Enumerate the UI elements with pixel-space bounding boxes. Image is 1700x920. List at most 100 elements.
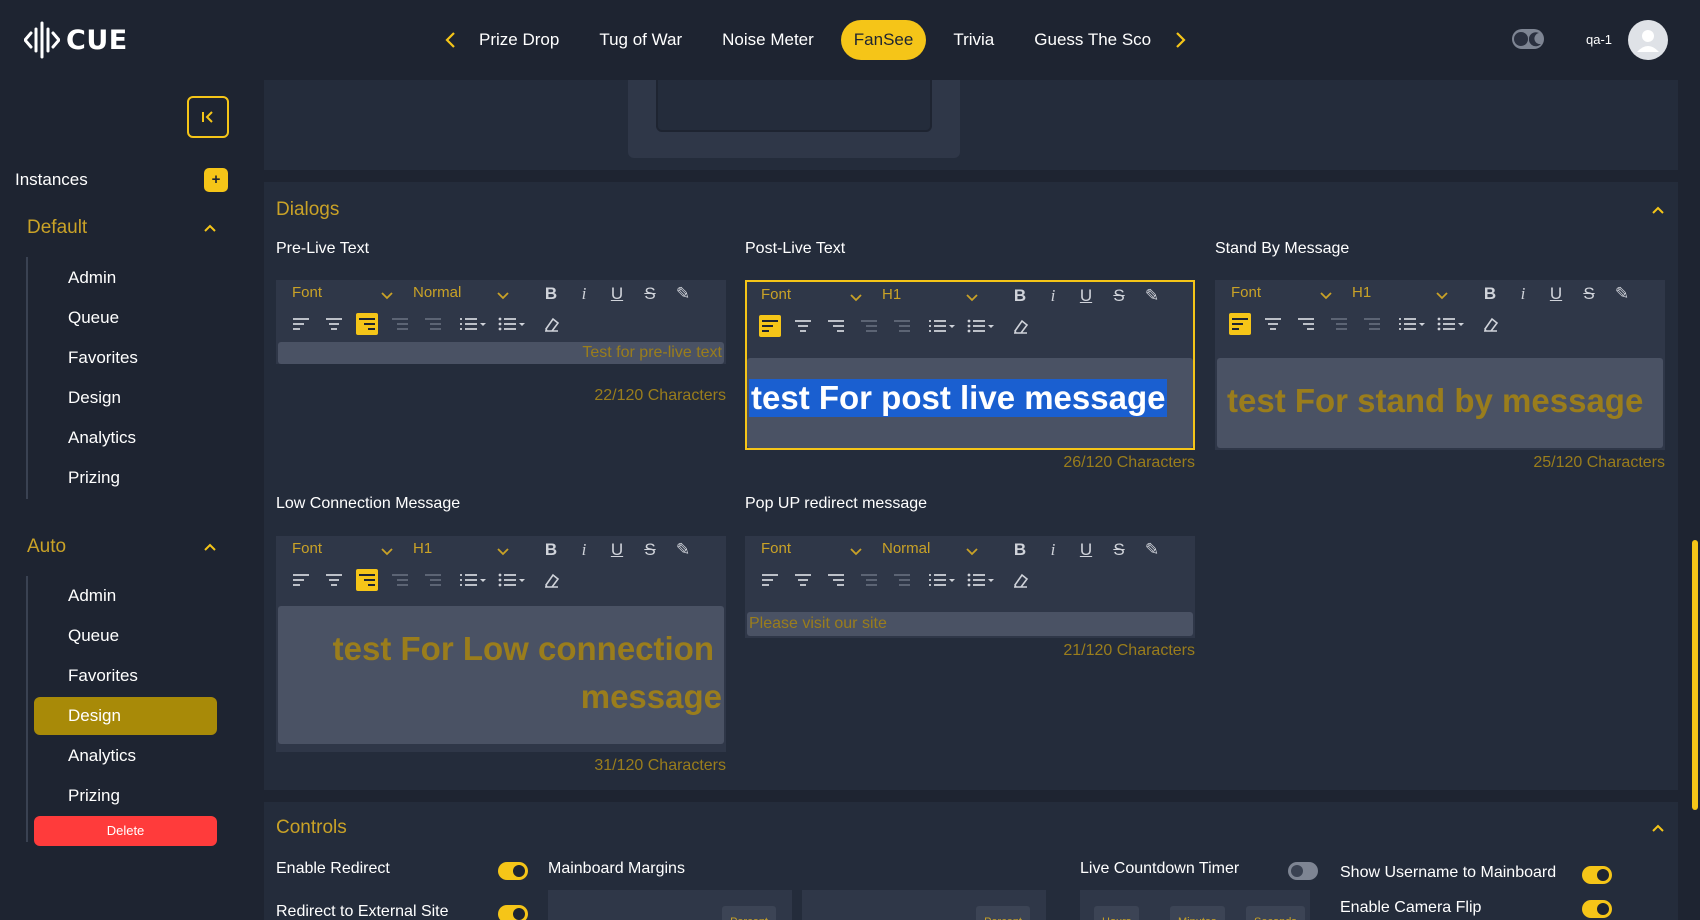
bold-icon[interactable]: B [540,539,562,561]
align-right-icon[interactable] [356,313,378,335]
add-instance-button[interactable]: + [204,168,228,192]
sidebar-item-default-design[interactable]: Design [34,379,217,417]
indent-decrease-icon[interactable] [389,569,411,591]
sidebar-item-auto-analytics[interactable]: Analytics [34,737,217,775]
chevron-up-icon[interactable] [1650,820,1666,836]
strikethrough-icon[interactable]: S [1108,539,1130,561]
chevron-down-icon[interactable] [849,290,863,304]
bullet-list-icon[interactable] [965,569,995,591]
scrollbar-thumb[interactable] [1692,540,1698,810]
ordered-list-icon[interactable] [1396,313,1426,335]
nav-prev-button[interactable] [437,26,463,54]
countdown-inputs[interactable]: Hours Minutes Seconds [1080,890,1310,920]
sidebar-item-default-favorites[interactable]: Favorites [34,339,217,377]
align-left-icon[interactable] [290,569,312,591]
underline-icon[interactable]: U [1075,539,1097,561]
font-select[interactable]: Font [761,286,791,303]
bullet-list-icon[interactable] [1435,313,1465,335]
bold-icon[interactable]: B [1009,539,1031,561]
post-live-text-area[interactable]: test For post live message [747,358,1193,448]
tab-trivia[interactable]: Trivia [940,20,1007,60]
indent-decrease-icon[interactable] [389,313,411,335]
ordered-list-icon[interactable] [457,569,487,591]
italic-icon[interactable]: i [1042,539,1064,561]
chevron-up-icon[interactable] [1650,202,1666,218]
font-select[interactable]: Font [292,540,322,557]
bullet-list-icon[interactable] [965,315,995,337]
sidebar-item-auto-admin[interactable]: Admin [34,577,217,615]
enable-redirect-toggle[interactable] [498,862,528,880]
highlighter-icon[interactable]: ✎ [672,539,694,561]
size-select[interactable]: Normal [882,540,930,557]
indent-increase-icon[interactable] [422,313,444,335]
italic-icon[interactable]: i [1042,285,1064,307]
eraser-icon[interactable] [540,569,562,591]
align-right-icon[interactable] [825,315,847,337]
chevron-down-icon[interactable] [496,288,510,302]
tab-fansee[interactable]: FanSee [840,20,927,60]
pre-live-text-area[interactable]: Test for pre-live text [278,342,724,364]
indent-decrease-icon[interactable] [858,569,880,591]
underline-icon[interactable]: U [606,283,628,305]
highlighter-icon[interactable]: ✎ [672,283,694,305]
bold-icon[interactable]: B [1009,285,1031,307]
highlighter-icon[interactable]: ✎ [1141,285,1163,307]
theme-toggle[interactable] [1512,29,1544,49]
popup-redirect-text-area[interactable]: Please visit our site [747,612,1193,636]
low-connection-text-area[interactable]: test For Low connection message [278,606,724,744]
avatar[interactable] [1628,20,1668,60]
tab-tug-of-war[interactable]: Tug of War [586,20,695,60]
ordered-list-icon[interactable] [926,569,956,591]
countdown-toggle[interactable] [1288,862,1318,880]
indent-increase-icon[interactable] [891,569,913,591]
bold-icon[interactable]: B [1479,283,1501,305]
bullet-list-icon[interactable] [496,313,526,335]
align-left-icon[interactable] [759,315,781,337]
align-center-icon[interactable] [1262,313,1284,335]
sidebar-item-auto-prizing[interactable]: Prizing [34,777,217,815]
tab-guess-the-score[interactable]: Guess The Sco [1021,20,1156,60]
align-left-icon[interactable] [290,313,312,335]
sidebar-item-default-queue[interactable]: Queue [34,299,217,337]
size-select[interactable]: H1 [1352,284,1371,301]
size-select[interactable]: Normal [413,284,461,301]
highlighter-icon[interactable]: ✎ [1141,539,1163,561]
align-left-icon[interactable] [1229,313,1251,335]
eraser-icon[interactable] [1479,313,1501,335]
eraser-icon[interactable] [1009,569,1031,591]
margin-input-1[interactable]: Percent [548,890,792,920]
italic-icon[interactable]: i [1512,283,1534,305]
font-select[interactable]: Font [1231,284,1261,301]
align-right-icon[interactable] [825,569,847,591]
strikethrough-icon[interactable]: S [1108,285,1130,307]
app-logo[interactable]: CUE [24,20,128,60]
bullet-list-icon[interactable] [496,569,526,591]
chevron-down-icon[interactable] [380,288,394,302]
chevron-down-icon[interactable] [849,544,863,558]
eraser-icon[interactable] [1009,315,1031,337]
tab-noise-meter[interactable]: Noise Meter [709,20,827,60]
redirect-external-toggle[interactable] [498,905,528,920]
chevron-down-icon[interactable] [380,544,394,558]
indent-increase-icon[interactable] [891,315,913,337]
sidebar-item-auto-queue[interactable]: Queue [34,617,217,655]
font-select[interactable]: Font [292,284,322,301]
size-select[interactable]: H1 [413,540,432,557]
collapse-sidebar-button[interactable] [187,96,229,138]
stand-by-text-area[interactable]: test For stand by message [1217,358,1663,448]
underline-icon[interactable]: U [1075,285,1097,307]
chevron-down-icon[interactable] [496,544,510,558]
sidebar-item-default-analytics[interactable]: Analytics [34,419,217,457]
chevron-down-icon[interactable] [1435,288,1449,302]
strikethrough-icon[interactable]: S [1578,283,1600,305]
align-center-icon[interactable] [792,315,814,337]
indent-increase-icon[interactable] [422,569,444,591]
highlighter-icon[interactable]: ✎ [1611,283,1633,305]
sidebar-item-default-prizing[interactable]: Prizing [34,459,217,497]
sidebar-item-auto-favorites[interactable]: Favorites [34,657,217,695]
strikethrough-icon[interactable]: S [639,539,661,561]
camera-flip-toggle[interactable] [1582,900,1612,918]
indent-decrease-icon[interactable] [858,315,880,337]
align-center-icon[interactable] [792,569,814,591]
italic-icon[interactable]: i [573,283,595,305]
